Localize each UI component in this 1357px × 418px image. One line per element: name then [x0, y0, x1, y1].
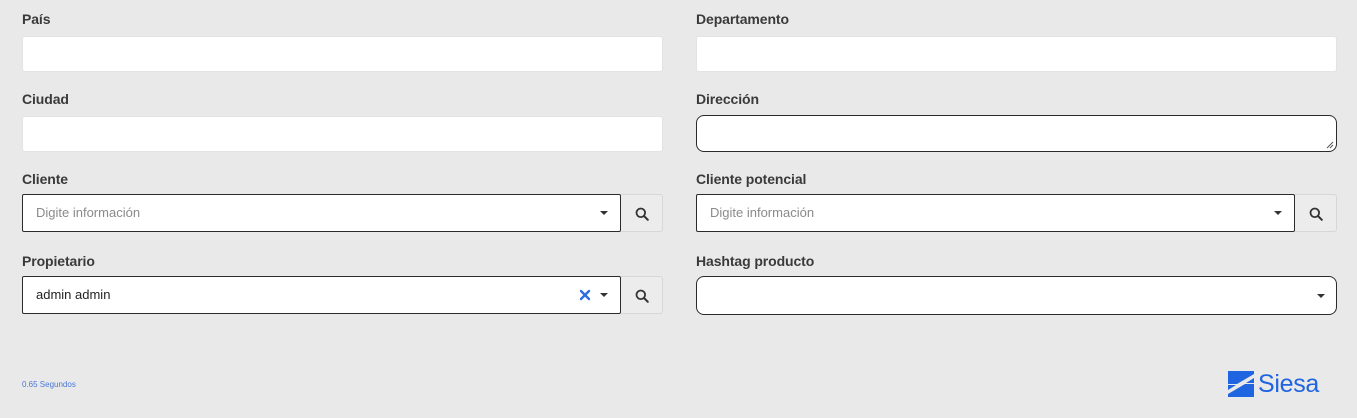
propietario-search-button[interactable]	[621, 276, 663, 314]
propietario-select[interactable]: admin admin	[22, 276, 621, 314]
resize-handle-icon[interactable]	[1326, 141, 1334, 149]
search-icon	[635, 289, 649, 303]
siesa-logo: Siesa	[1227, 370, 1319, 398]
propietario-value: admin admin	[36, 287, 111, 302]
cliente-placeholder: Digite información	[36, 205, 141, 220]
cliente-potencial-select[interactable]: Digite información	[696, 194, 1295, 232]
departamento-input[interactable]	[696, 36, 1337, 72]
ciudad-input[interactable]	[22, 116, 663, 152]
caret-down-icon[interactable]	[1317, 294, 1325, 298]
load-time-text: 0.65 Segundos	[22, 380, 76, 389]
pais-input[interactable]	[22, 36, 663, 72]
cliente-potencial-placeholder: Digite información	[710, 205, 815, 220]
direccion-textarea[interactable]	[696, 115, 1337, 152]
hashtag-producto-select[interactable]	[696, 276, 1337, 315]
departamento-label: Departamento	[696, 11, 789, 27]
siesa-logo-text: Siesa	[1258, 370, 1320, 398]
cliente-potencial-search-button[interactable]	[1295, 194, 1337, 232]
caret-down-icon[interactable]	[600, 293, 608, 297]
clear-icon[interactable]	[578, 288, 592, 302]
pais-label: País	[22, 11, 51, 27]
ciudad-label: Ciudad	[22, 91, 69, 107]
caret-down-icon[interactable]	[1274, 211, 1282, 215]
siesa-logo-mark-icon	[1228, 371, 1254, 397]
direccion-label: Dirección	[696, 91, 759, 107]
cliente-label: Cliente	[22, 171, 68, 187]
cliente-select[interactable]: Digite información	[22, 194, 621, 232]
caret-down-icon[interactable]	[600, 211, 608, 215]
propietario-label: Propietario	[22, 253, 95, 269]
hashtag-producto-label: Hashtag producto	[696, 253, 815, 269]
search-icon	[1309, 207, 1323, 221]
cliente-potencial-label: Cliente potencial	[696, 171, 807, 187]
cliente-search-button[interactable]	[621, 194, 663, 232]
search-icon	[635, 207, 649, 221]
